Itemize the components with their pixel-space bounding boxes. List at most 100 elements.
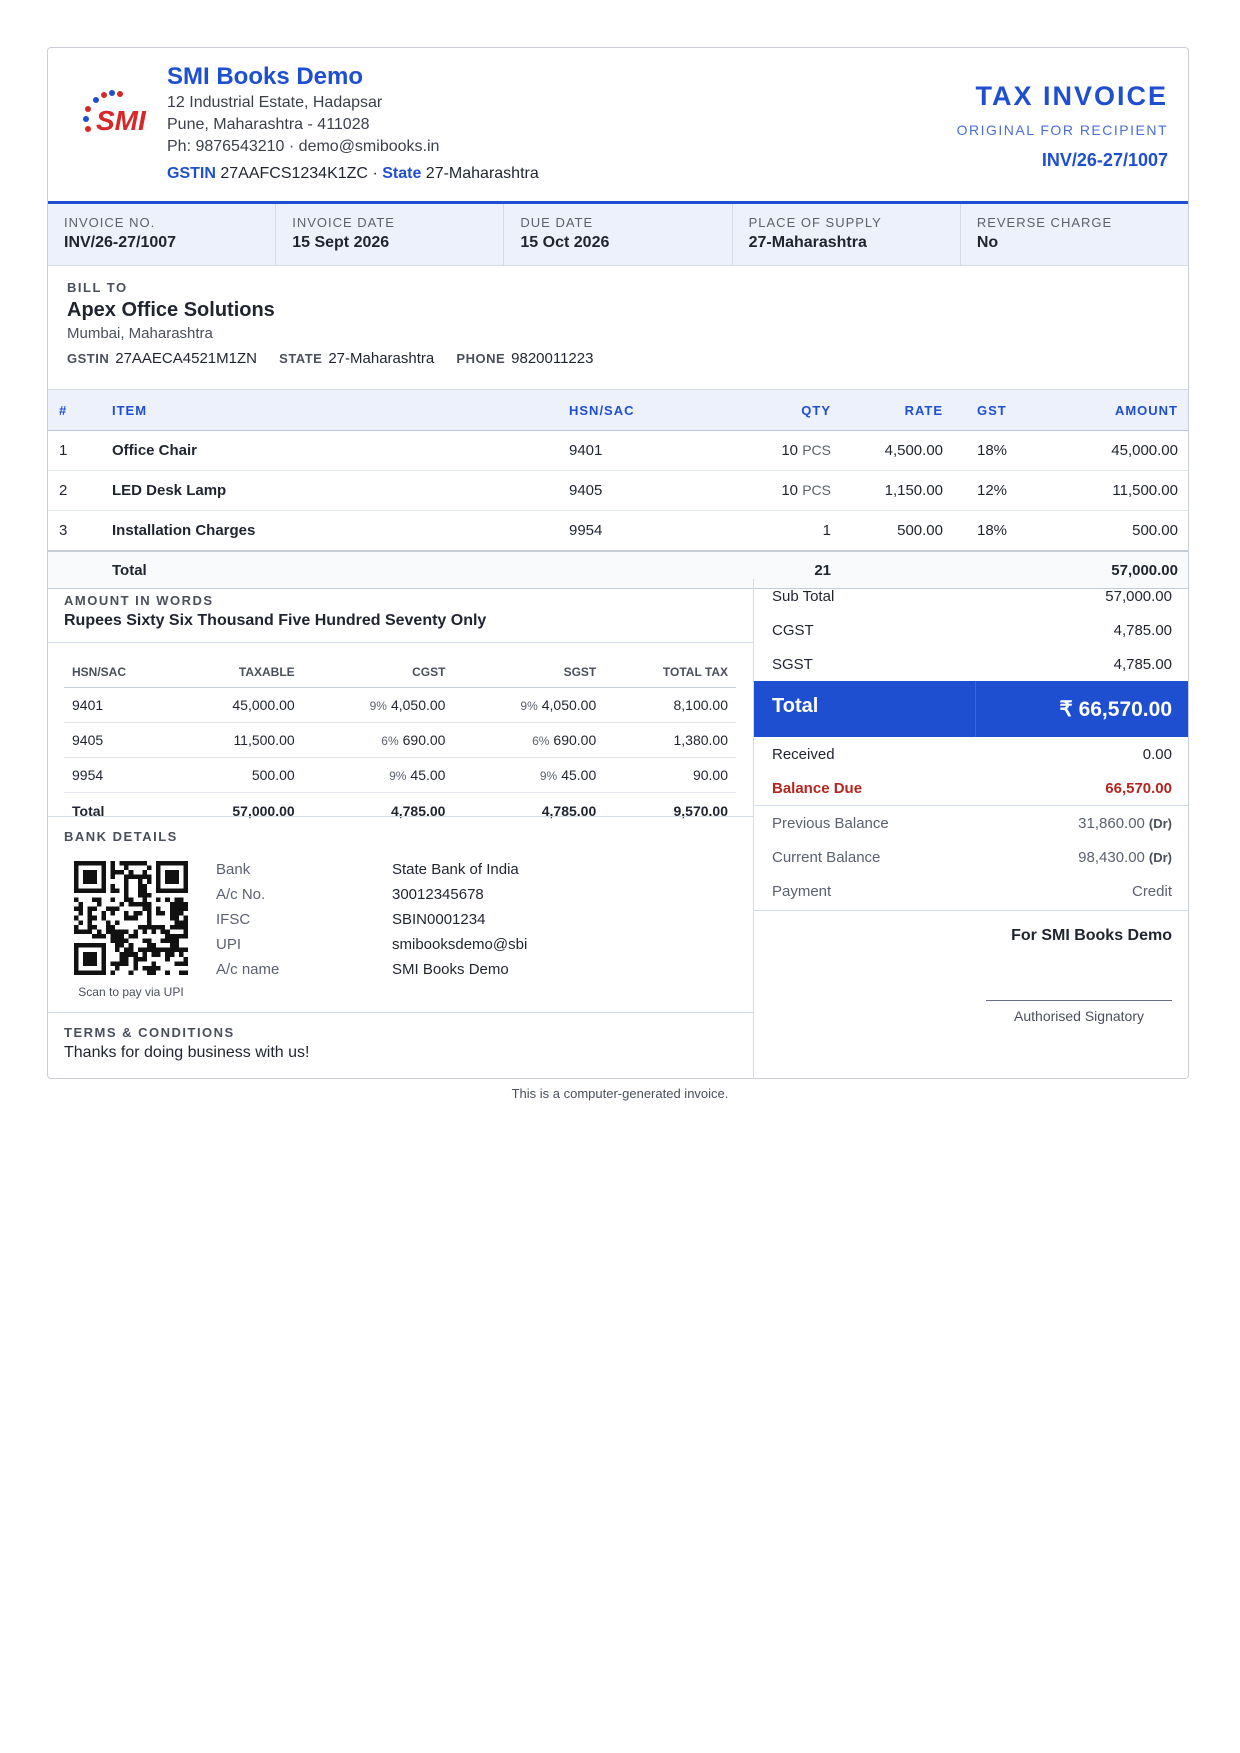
qr-module xyxy=(101,879,106,884)
bank-value: State Bank of India xyxy=(392,861,519,878)
cgst-rate: 9% xyxy=(369,699,387,713)
bank-details-grid: Bank State Bank of India A/c No. 300123456… xyxy=(216,857,527,982)
qr-module xyxy=(124,956,129,962)
qr-module xyxy=(115,870,120,875)
qr-module xyxy=(151,929,157,934)
qr-module xyxy=(137,874,143,880)
qr-module xyxy=(119,952,125,957)
invoice-sheet: SMI SMI Books Demo 12 Industrial Estate,… xyxy=(47,47,1189,1079)
qty-unit: PCS xyxy=(802,482,831,498)
customer-state-label: STATE xyxy=(279,351,323,366)
qr-module xyxy=(165,897,170,903)
qr-module xyxy=(119,956,125,962)
qr-module xyxy=(146,892,152,898)
previous-balance-value: 31,860.00 xyxy=(1078,814,1145,832)
row-gst: 12% xyxy=(943,470,1038,511)
qr-module xyxy=(183,924,188,930)
current-balance-group: 98,430.00 (Dr) xyxy=(1078,849,1172,866)
qr-module xyxy=(165,879,170,884)
row-hsn: 9405 xyxy=(568,470,700,511)
row-item: LED Desk Lamp xyxy=(111,470,568,511)
qr-module xyxy=(101,943,106,948)
terms-section: TERMS & CONDITIONS Thanks for doing busi… xyxy=(48,1012,753,1078)
qr-module xyxy=(174,906,179,912)
sgst-rate: 6% xyxy=(532,734,550,748)
qr-module xyxy=(174,924,179,930)
qr-module xyxy=(110,906,116,912)
qr-module xyxy=(124,861,129,866)
qr-module xyxy=(128,933,134,939)
logo-text: SMI xyxy=(96,105,147,136)
bank-row: A/c name SMI Books Demo xyxy=(216,957,527,982)
qr-module xyxy=(133,952,138,957)
customer-gstin-group: GSTIN 27AAECA4521M1ZN xyxy=(67,350,261,367)
qr-module xyxy=(92,870,97,875)
customer-gstin-label: GSTIN xyxy=(67,351,110,366)
sgst-row: SGST 4,785.00 xyxy=(754,647,1188,681)
qr-module xyxy=(83,888,88,893)
qr-module xyxy=(124,879,129,884)
document-heading: TAX INVOICE ORIGINAL FOR RECIPIENT INV/2… xyxy=(957,80,1168,171)
row-item: Office Chair xyxy=(111,430,568,471)
qr-module xyxy=(151,952,157,957)
qr-module xyxy=(110,961,116,966)
qty-value: 10 xyxy=(781,482,799,499)
customer-phone-group: PHONE 9820011223 xyxy=(456,350,593,367)
qr-module xyxy=(74,906,79,912)
qr-module xyxy=(110,933,116,939)
signature-caption: Authorised Signatory xyxy=(1014,1008,1144,1024)
qr-module xyxy=(124,865,129,871)
qr-module xyxy=(146,920,152,925)
qr-module xyxy=(165,947,170,953)
qr-module xyxy=(119,861,125,866)
qr-module xyxy=(156,883,161,889)
qr-module xyxy=(146,911,152,916)
qr-module xyxy=(151,965,157,971)
footer-note: This is a computer-generated invoice. xyxy=(511,1086,729,1101)
row-gst: 18% xyxy=(943,430,1038,471)
qr-module xyxy=(101,961,106,966)
received-row: Received 0.00 xyxy=(754,737,1188,771)
qr-module xyxy=(142,929,147,934)
bank-row: UPI smibooksdemo@sbi xyxy=(216,932,527,957)
balance-due-value: 66,570.00 xyxy=(1105,779,1172,797)
qr-module xyxy=(178,888,184,893)
qr-module xyxy=(128,952,134,957)
qr-module xyxy=(87,924,93,930)
qr-module xyxy=(119,929,125,934)
qr-module xyxy=(74,870,79,875)
qr-module xyxy=(78,861,84,866)
qr-module xyxy=(92,861,97,866)
qr-module xyxy=(169,888,175,893)
bank-value: SBIN0001234 xyxy=(392,911,486,928)
qr-module xyxy=(142,870,147,875)
qr-module xyxy=(174,947,179,953)
row-rate: 1,150.00 xyxy=(832,470,943,511)
sub-total-value: 57,000.00 xyxy=(1105,587,1172,605)
qr-module xyxy=(110,911,116,916)
qr-module xyxy=(142,952,147,957)
bill-to-section: BILL TO Apex Office Solutions Mumbai, Ma… xyxy=(48,266,1188,390)
row-hsn: 9954 xyxy=(568,510,700,552)
qr-module xyxy=(87,929,93,934)
qr-module xyxy=(124,938,129,944)
meta-label: INVOICE DATE xyxy=(292,215,395,230)
qr-module xyxy=(115,929,120,934)
qr-module xyxy=(92,906,97,912)
qr-module xyxy=(146,938,152,944)
qr-module xyxy=(87,915,93,921)
bank-value: 30012345678 xyxy=(392,886,484,903)
qr-module xyxy=(174,920,179,925)
qr-module xyxy=(87,943,93,948)
qr-module xyxy=(133,915,138,921)
qr-module xyxy=(74,861,79,866)
tax-col-sgst: SGST xyxy=(453,657,605,688)
qr-module xyxy=(92,956,97,962)
qr-module xyxy=(174,874,179,880)
col-header-gst: GST xyxy=(943,390,1038,431)
tax-row: 9405 11,500.00 6% 690.00 6% 690.00 1,380.0… xyxy=(64,722,736,758)
qr-module xyxy=(133,956,138,962)
qr-module xyxy=(165,970,170,975)
qr-module xyxy=(74,924,79,930)
qr-module xyxy=(160,888,166,893)
